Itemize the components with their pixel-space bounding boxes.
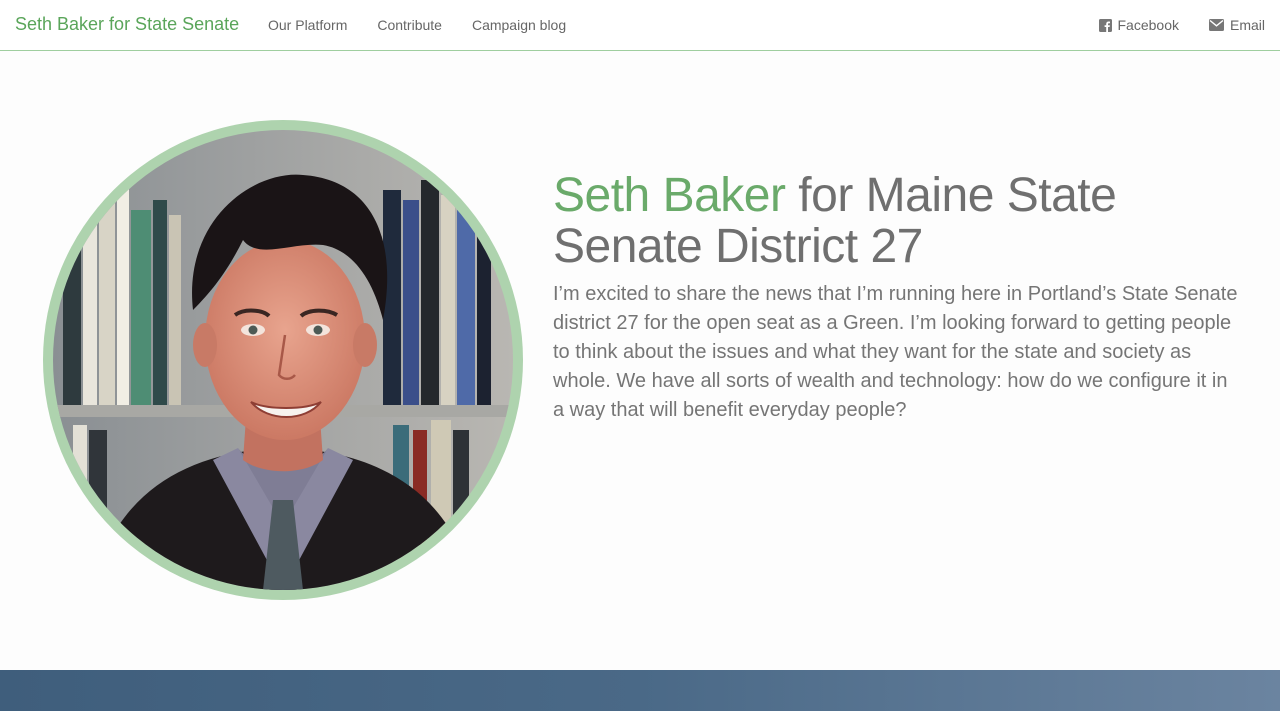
footer-band (0, 670, 1280, 711)
brand-link[interactable]: Seth Baker for State Senate (15, 14, 239, 35)
nav-link-campaign-blog[interactable]: Campaign blog (457, 17, 581, 33)
facebook-link[interactable]: Facebook (1084, 17, 1194, 33)
primary-nav: Our Platform Contribute Campaign blog (253, 0, 581, 50)
top-navbar: Seth Baker for State Senate Our Platform… (0, 0, 1280, 51)
headline-candidate-name: Seth Baker (553, 169, 786, 222)
page-headline: Seth Baker for Maine State Senate Distri… (553, 170, 1233, 272)
facebook-label: Facebook (1117, 17, 1179, 33)
facebook-icon (1098, 18, 1112, 32)
email-link[interactable]: Email (1194, 17, 1280, 33)
social-nav: Facebook Email (1084, 0, 1280, 50)
candidate-portrait-frame (43, 120, 523, 600)
intro-paragraph: I’m excited to share the news that I’m r… (553, 283, 1238, 421)
nav-link-contribute[interactable]: Contribute (362, 17, 457, 33)
envelope-icon (1208, 19, 1224, 31)
email-label: Email (1229, 17, 1265, 33)
nav-link-our-platform[interactable]: Our Platform (253, 17, 362, 33)
candidate-portrait (53, 130, 513, 590)
